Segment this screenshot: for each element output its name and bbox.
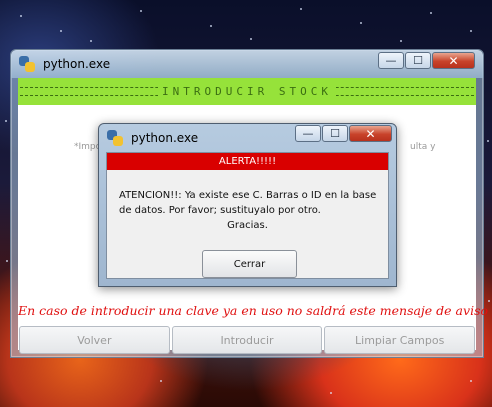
limpiar-campos-button[interactable]: Limpiar Campos [324,326,476,354]
maximize-icon[interactable]: ☐ [405,52,431,69]
introducir-button[interactable]: Introducir [171,326,323,354]
bottom-button-bar: Volver Introducir Limpiar Campos [18,326,476,354]
stock-banner: INTRODUCIR STOCK [18,78,476,105]
close-icon[interactable]: ✕ [432,52,475,69]
alert-dialog-title: python.exe [131,131,199,145]
main-titlebar[interactable]: python.exe — ☐ ✕ [11,50,483,78]
python-icon [107,130,123,146]
alert-message-line: ATENCION!!: Ya existe ese C. Barras o ID… [119,190,377,201]
volver-button[interactable]: Volver [19,326,170,354]
close-icon[interactable]: ✕ [349,125,392,142]
obscured-instructions-right: ulta y [410,142,436,152]
alert-client-area: ALERTA!!!!! ATENCION!!: Ya existe ese C.… [106,152,389,279]
alert-titlebar[interactable]: python.exe — ☐ ✕ [99,124,396,152]
python-icon [19,56,35,72]
main-window-controls: — ☐ ✕ [377,52,475,69]
alert-banner: ALERTA!!!!! [107,153,388,170]
stock-banner-title: INTRODUCIR STOCK [158,85,336,98]
alert-dialog: python.exe — ☐ ✕ ALERTA!!!!! ATENCION!!:… [98,123,397,287]
minimize-icon[interactable]: — [295,125,321,142]
alert-message-line: de datos. Por favor; sustituyalo por otr… [119,205,321,216]
alert-message-line: Gracias. [227,220,268,231]
alert-message: ATENCION!!: Ya existe ese C. Barras o ID… [115,188,380,233]
maximize-icon[interactable]: ☐ [322,125,348,142]
warning-text: En caso de introducir una clave ya en us… [18,303,489,318]
minimize-icon[interactable]: — [378,52,404,69]
alert-window-controls: — ☐ ✕ [294,125,392,142]
main-window-title: python.exe [43,57,111,71]
cerrar-button[interactable]: Cerrar [202,250,297,278]
